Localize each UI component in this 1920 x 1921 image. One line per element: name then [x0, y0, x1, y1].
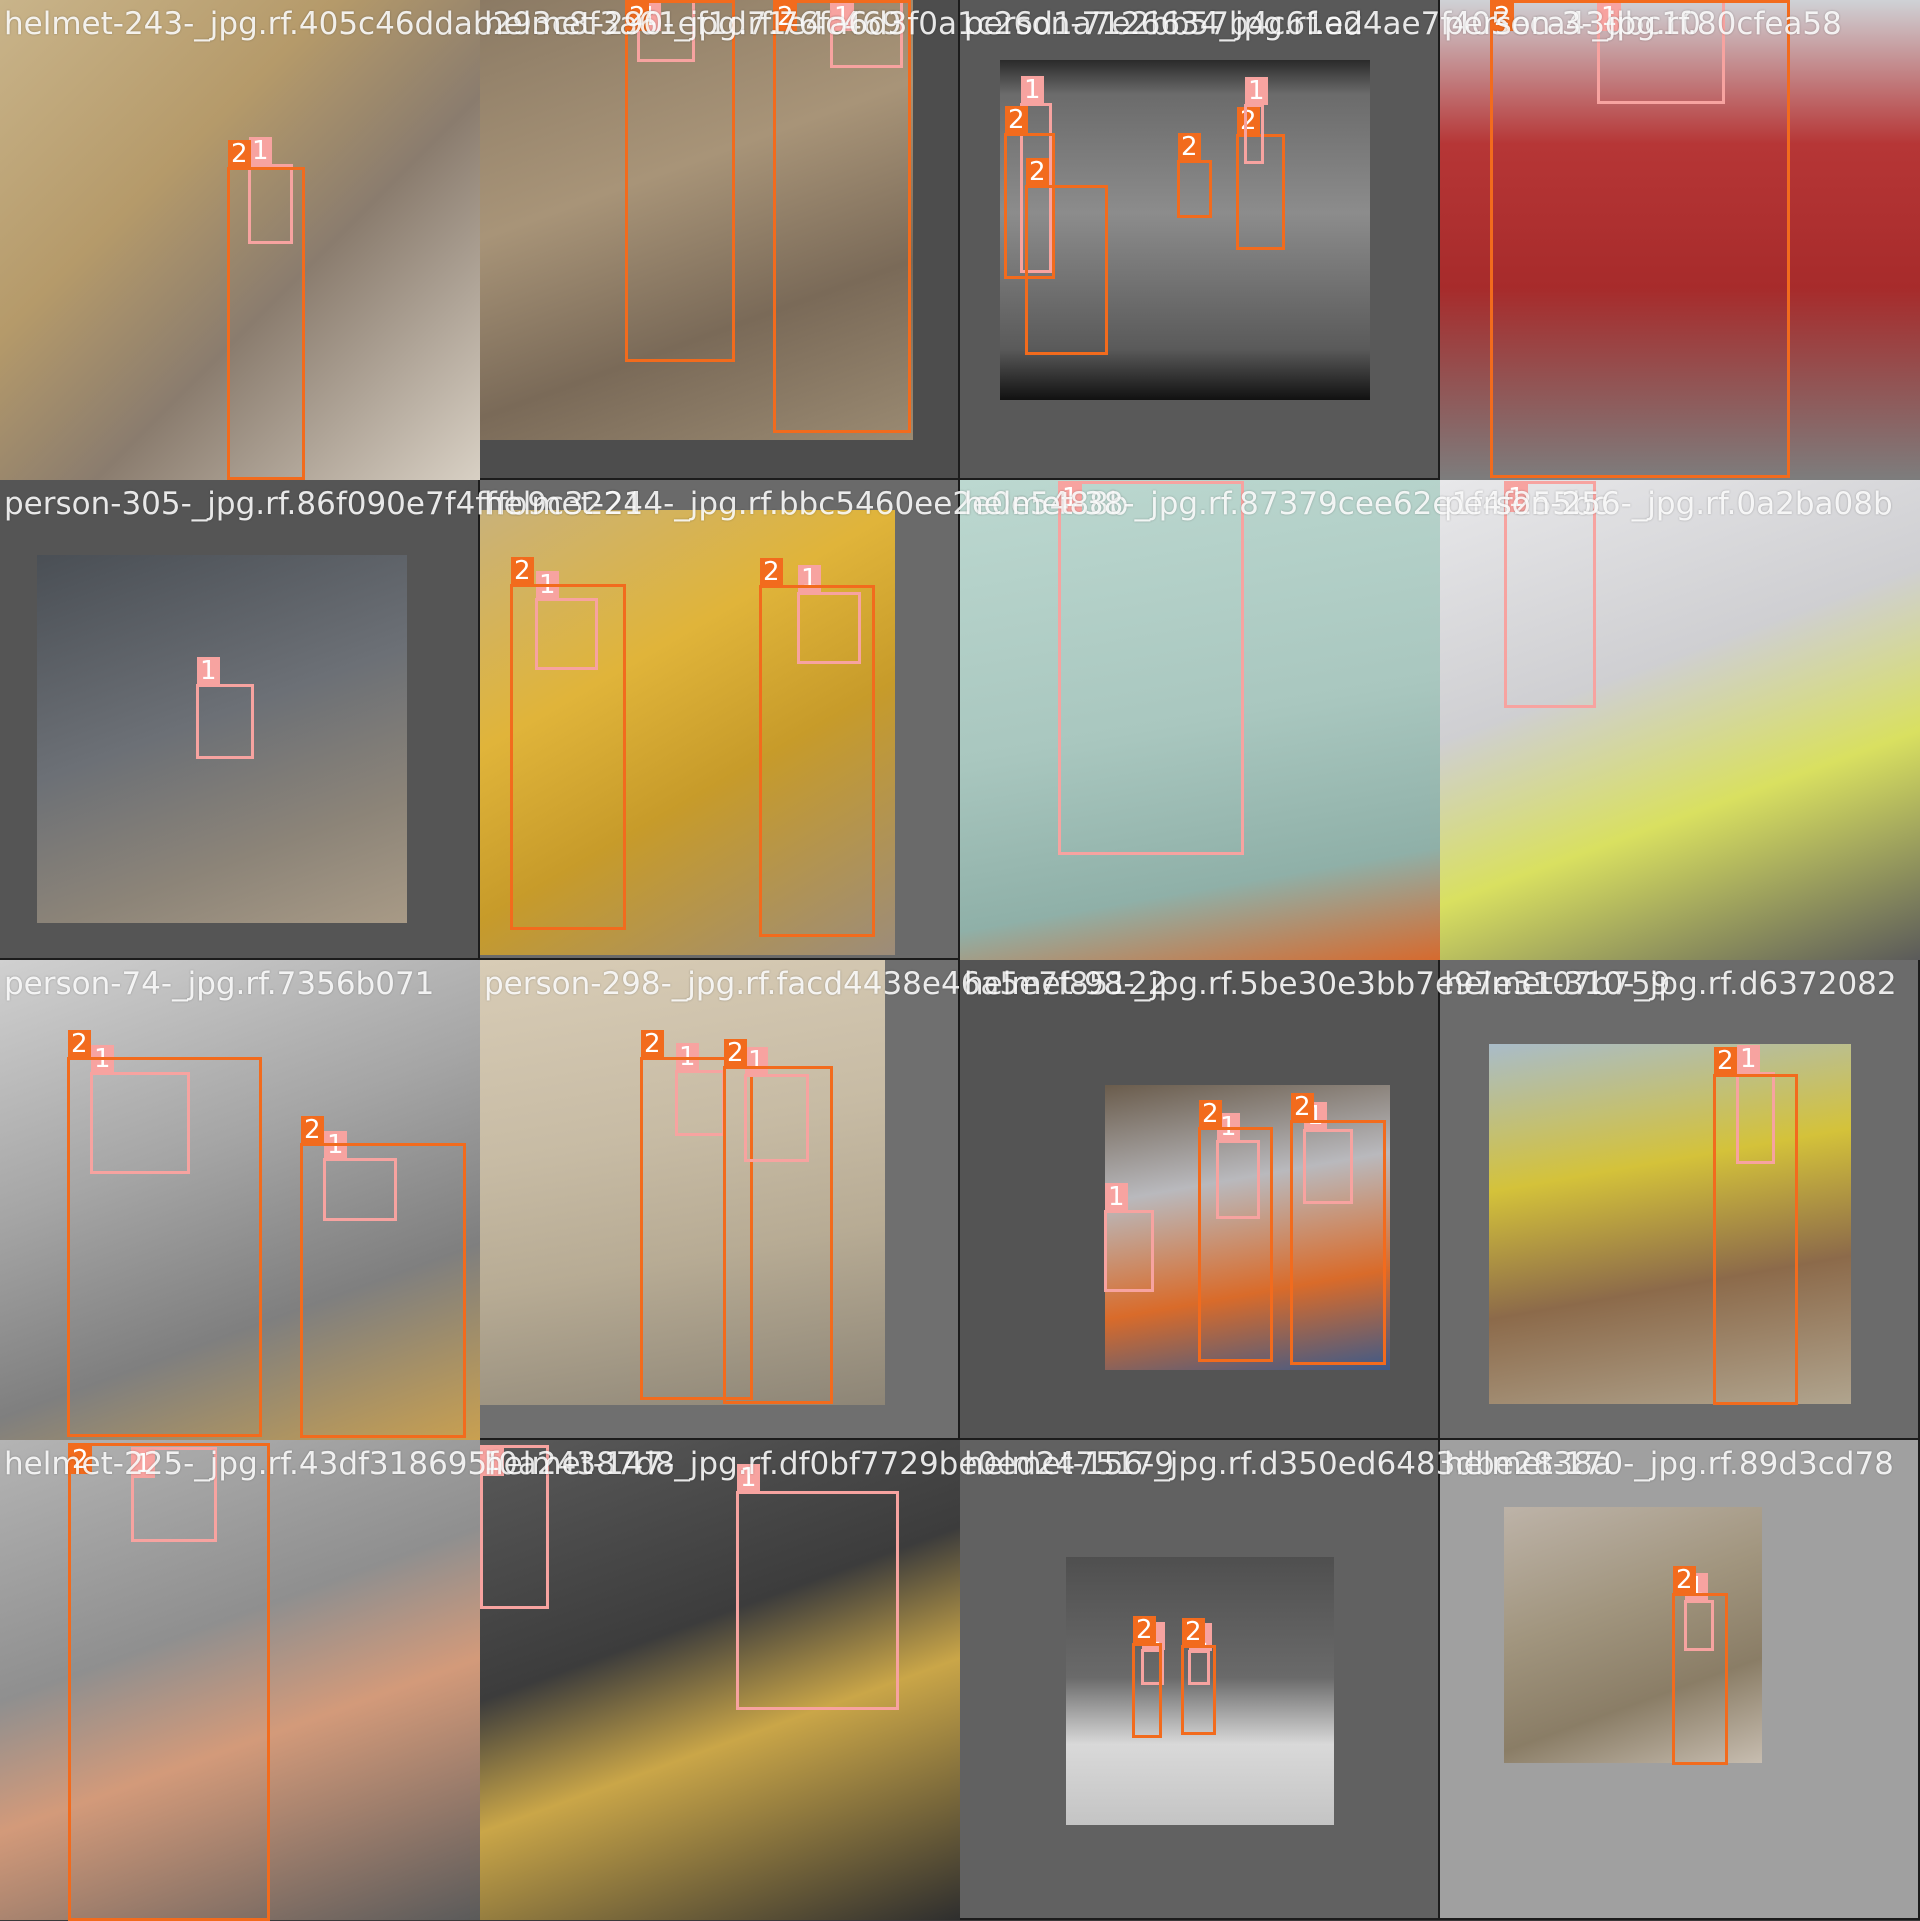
- mosaic-tile: 1 2 person-3-_jpg.rf.80cfea58: [1440, 0, 1920, 480]
- mosaic-tile: 1 2 helmet-170-_jpg.rf.89d3cd78: [1440, 1440, 1920, 1920]
- bbox-class-1: 1: [1104, 1183, 1154, 1292]
- mosaic-tile: 1 2 1 2 helmet-290-_jpg.rf.76fa6d3f0a1c26d1a…: [480, 0, 1364, 480]
- bbox-class-2: 2: [510, 557, 626, 930]
- bbox-class-tag: 2: [760, 558, 783, 586]
- bbox-class-1: 1: [196, 657, 254, 759]
- mosaic-tile: 1 1 2 1 2 helmet-98-_jpg.rf.5be30e3bb7e97e310…: [960, 960, 1670, 1440]
- bbox-class-tag: 2: [1199, 1100, 1222, 1128]
- bbox-class-tag: 2: [301, 1116, 324, 1144]
- bbox-class-1: 1: [736, 1464, 899, 1710]
- bbox-class-tag: 2: [1182, 1618, 1205, 1646]
- tile-filename-label: person-74-_jpg.rf.7356b071: [4, 966, 435, 1002]
- tile-filename-label: person-3-_jpg.rf.80cfea58: [1444, 6, 1842, 42]
- bbox-class-tag: 2: [1026, 158, 1049, 186]
- bbox-class-tag: 2: [641, 1030, 664, 1058]
- mosaic-tile: 1 2 helmet-310-_jpg.rf.d6372082: [1440, 960, 1920, 1440]
- bbox-class-tag: 1: [1105, 1183, 1128, 1211]
- bbox-class-tag: 2: [511, 557, 534, 585]
- mosaic-tile: 1 2 helmet-243-_jpg.rf.405c46ddab293c8f3a6…: [0, 0, 901, 480]
- bbox-class-2: 2: [1025, 158, 1108, 355]
- bbox-class-tag: 2: [724, 1039, 747, 1067]
- detection-mosaic: 1 2 helmet-243-_jpg.rf.405c46ddab293c8f3a6…: [0, 0, 1920, 1921]
- mosaic-tile: 1 2 1 2 person-74-_jpg.rf.7356b071: [0, 960, 480, 1440]
- tile-filename-label: helmet-170-_jpg.rf.89d3cd78: [1444, 1446, 1894, 1482]
- bbox-class-2: 2: [1672, 1566, 1728, 1765]
- mosaic-tile: 1 1 helmet-147-_jpg.rf.df0bf7729be0ed24751…: [480, 1440, 1174, 1920]
- bbox-class-tag: 1: [1245, 77, 1268, 105]
- mosaic-tile: 1 2 1 2 person-298-_jpg.rf.facd4438e46a5e7f8…: [480, 960, 1167, 1440]
- bbox-class-2: 2: [227, 140, 305, 480]
- mosaic-tile: 1 2 1 2 helmet-214-_jpg.rf.bbc5460ee2e0e5488…: [480, 480, 1128, 960]
- mosaic-tile: 1 2 2 2 2 1 person-7126634_jpg.rf.ed4ae7f405ec…: [960, 0, 1701, 480]
- bbox-class-2: 2: [759, 558, 875, 937]
- tile-filename-label: person-256-_jpg.rf.0a2ba08b: [1444, 486, 1893, 522]
- bbox-class-tag: 1: [249, 137, 272, 165]
- bbox-class-2: 2: [723, 1039, 833, 1404]
- mosaic-tile: 1 person-305-_jpg.rf.86f090e7f4fffb9c3224: [0, 480, 643, 960]
- bbox-class-tag: 2: [68, 1030, 91, 1058]
- mosaic-tile: 1 person-256-_jpg.rf.0a2ba08b: [1440, 480, 1920, 960]
- mosaic-tile: 1 2 helmet-225-_jpg.rf.43df318695f0a24387d…: [0, 1440, 675, 1921]
- bbox-class-2: 2: [1198, 1100, 1273, 1362]
- bbox-class-2: 2: [1181, 1618, 1216, 1735]
- bbox-class-tag: 2: [228, 140, 251, 168]
- bbox-class-2: 2: [1290, 1093, 1386, 1365]
- bbox-class-tag: 2: [1673, 1566, 1696, 1594]
- bbox-class-tag: 2: [1714, 1047, 1737, 1075]
- bbox-class-1: 1: [1058, 481, 1244, 855]
- mosaic-tile: 1212helmet-156-_jpg.rf.d350ed6483dbe2838…: [960, 1440, 1612, 1920]
- bbox-class-2: 2: [625, 0, 735, 362]
- bbox-class-tag: 2: [1005, 106, 1028, 134]
- bbox-class-tag: 1: [1021, 76, 1044, 104]
- bbox-class-1: 1: [1244, 77, 1268, 164]
- tile-filename-label: helmet-310-_jpg.rf.d6372082: [1444, 966, 1897, 1002]
- bbox-class-2: 2: [300, 1116, 466, 1438]
- bbox-class-tag: 1: [1737, 1045, 1760, 1073]
- bbox-class-2: 2: [1713, 1047, 1798, 1405]
- bbox-class-tag: 1: [197, 657, 220, 685]
- bbox-class-tag: 2: [1178, 133, 1201, 161]
- bbox-class-2: 2: [1490, 0, 1790, 478]
- mosaic-tile: 1 helmet-38-_jpg.rf.87379cee62e1f4f255bc: [960, 480, 1609, 960]
- bbox-class-2: 2: [1132, 1616, 1162, 1738]
- bbox-class-tag: 2: [1133, 1616, 1156, 1644]
- bbox-class-2: 2: [1177, 133, 1212, 218]
- bbox-class-2: 2: [68, 1443, 270, 1921]
- bbox-class-2: 2: [67, 1030, 262, 1437]
- bbox-class-tag: 2: [1291, 1093, 1314, 1121]
- bbox-class-2: 2: [773, 0, 911, 433]
